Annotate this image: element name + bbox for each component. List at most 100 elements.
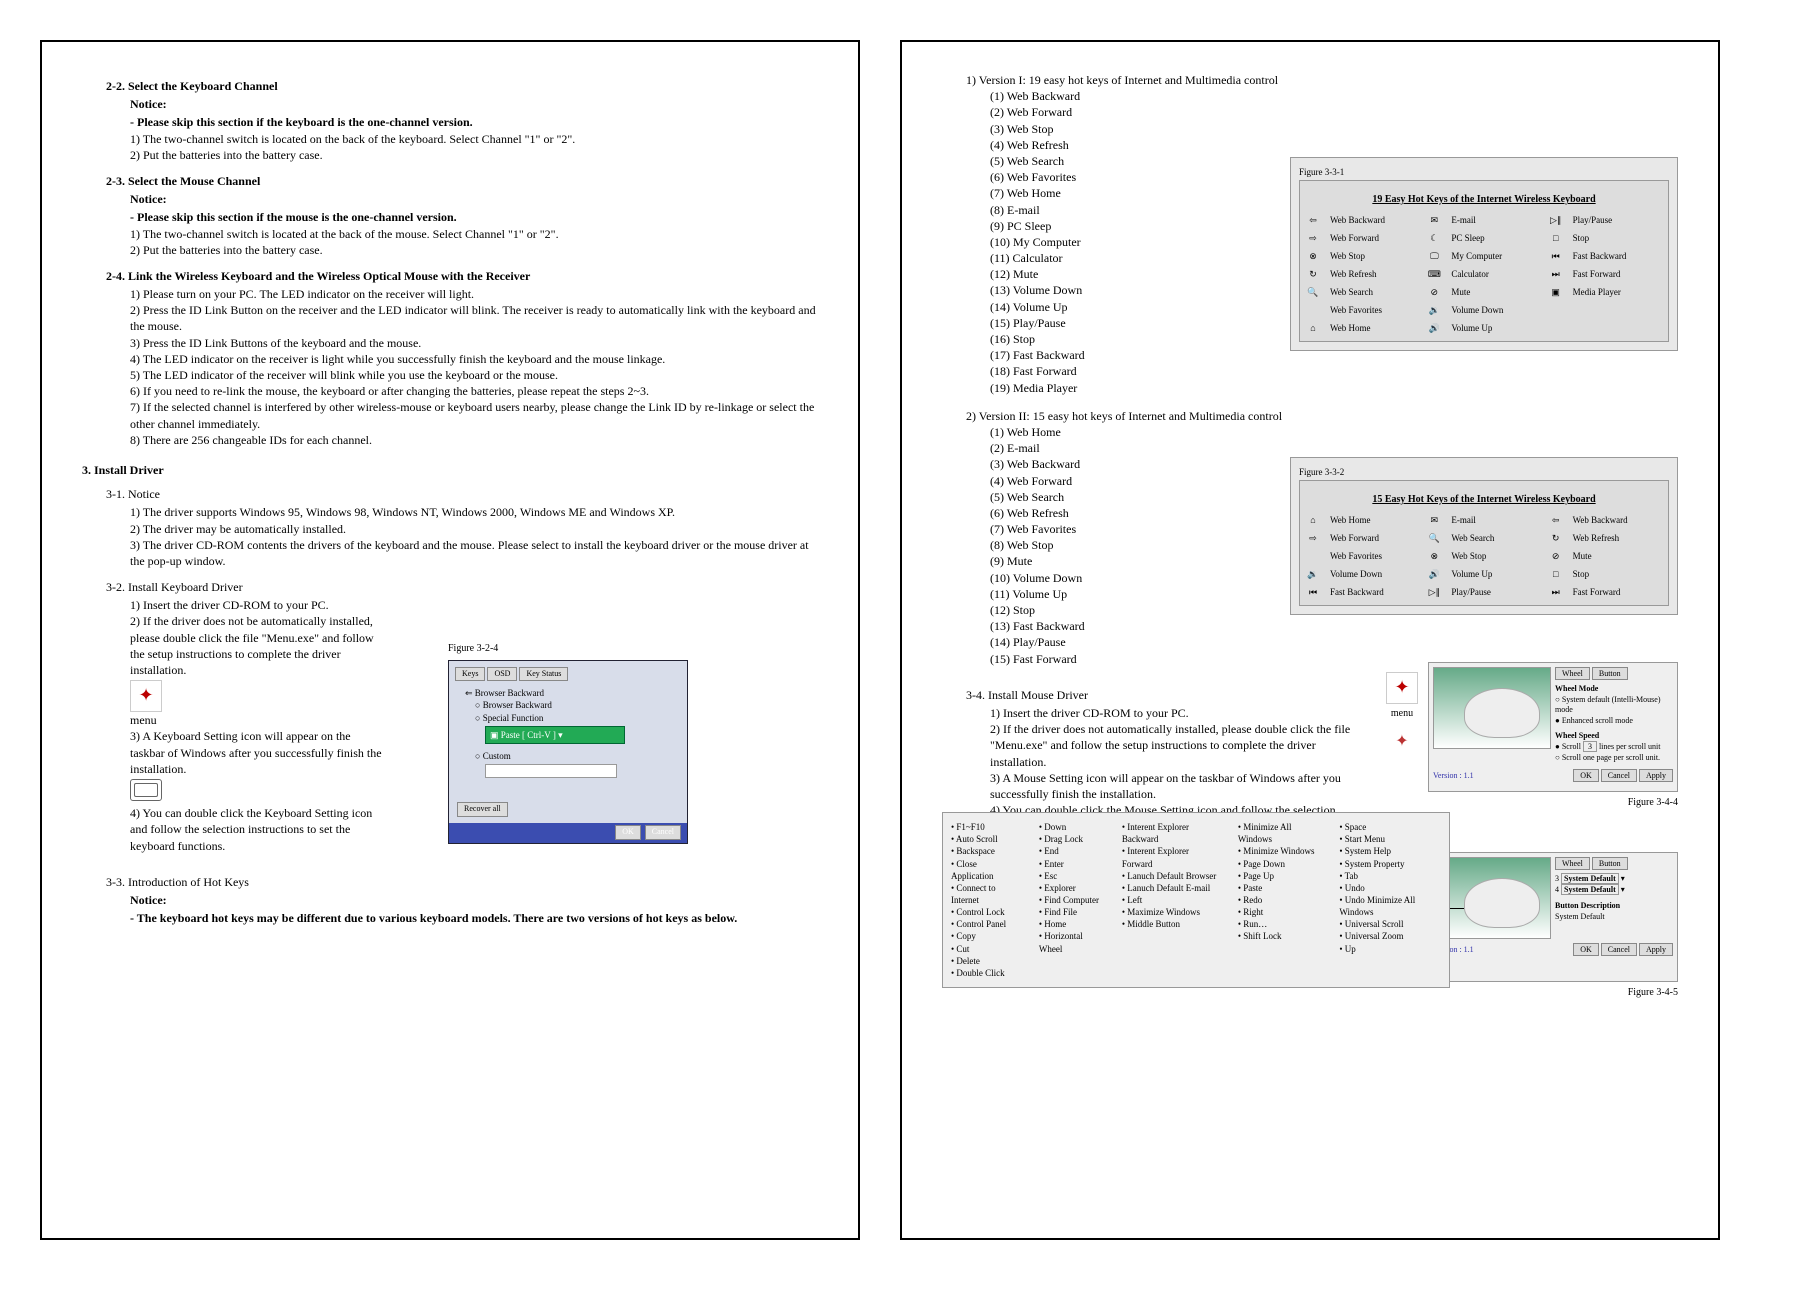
button-desc-value: System Default xyxy=(1555,912,1671,923)
hotkey-icon: ⇦ xyxy=(1306,213,1320,227)
function-item: End xyxy=(1039,845,1102,857)
menu-icon: ✦ xyxy=(130,680,162,712)
recover-button[interactable]: Recover all xyxy=(457,802,508,817)
hotkey-icon xyxy=(1549,303,1563,317)
hotkey-label: Web Search xyxy=(1451,532,1540,544)
tab-button[interactable]: Button xyxy=(1592,857,1628,870)
hotkey-label: E-mail xyxy=(1451,214,1540,226)
hotkey-item: (2) Web Forward xyxy=(990,104,1678,120)
mouse-image xyxy=(1464,688,1540,738)
hotkey-label: My Computer xyxy=(1451,250,1540,262)
function-item: Middle Button xyxy=(1122,918,1218,930)
figure-label: Figure 3-3-2 xyxy=(1299,466,1669,478)
hotkey-icon: 🔉 xyxy=(1306,567,1320,581)
figure-3-3-1: Figure 3-3-1 19 Easy Hot Keys of the Int… xyxy=(1290,157,1678,351)
hotkey-icon: ⊘ xyxy=(1427,285,1441,299)
heading-23: 2-3. Select the Mouse Channel xyxy=(106,173,818,189)
function-item: Control Lock xyxy=(951,906,1019,918)
keyboard-icon xyxy=(130,779,162,801)
menu-label: menu xyxy=(1391,708,1413,719)
hotkey-item: (14) Play/Pause xyxy=(990,634,1678,650)
ok-button[interactable]: OK xyxy=(1573,769,1599,782)
step-text: 1) The two-channel switch is located at … xyxy=(130,226,818,242)
dropdown[interactable]: System Default xyxy=(1561,873,1619,884)
hotkey-label: Fast Backward xyxy=(1330,586,1419,598)
tab-wheel[interactable]: Wheel xyxy=(1555,667,1590,680)
apply-button[interactable]: Apply xyxy=(1639,943,1673,956)
tab-wheel[interactable]: Wheel xyxy=(1555,857,1590,870)
ok-button[interactable]: OK xyxy=(1573,943,1599,956)
hotkey-label: Calculator xyxy=(1451,268,1540,280)
cancel-button[interactable]: Cancel xyxy=(1601,769,1637,782)
figure-label: Figure 3-4-4 xyxy=(1628,796,1678,810)
step-text: 2) If the driver does not automatically … xyxy=(990,721,1362,770)
tab-button[interactable]: Button xyxy=(1592,667,1628,680)
hotkey-icon: ⇨ xyxy=(1306,231,1320,245)
hotkey-label: Web Search xyxy=(1330,286,1419,298)
menu-icon: ✦ xyxy=(1386,672,1418,704)
radio-label[interactable]: Browser Backward xyxy=(483,700,552,710)
custom-input[interactable] xyxy=(485,764,617,778)
hotkey-item: (13) Fast Backward xyxy=(990,618,1678,634)
hotkey-label: Web Refresh xyxy=(1330,268,1419,280)
hotkey-label: Mute xyxy=(1451,286,1540,298)
function-item: Start Menu xyxy=(1339,833,1441,845)
wheel-mode-label: Wheel Mode xyxy=(1555,684,1671,695)
function-item: Paste xyxy=(1238,882,1319,894)
hotkey-label: Stop xyxy=(1573,232,1662,244)
apply-button[interactable]: Apply xyxy=(1639,769,1673,782)
mouse-image xyxy=(1464,878,1540,928)
mouse-setting-icon: ✦ xyxy=(1386,731,1418,753)
function-item: Undo Minimize All Windows xyxy=(1339,894,1441,918)
notice-label: Notice: xyxy=(130,96,818,112)
function-item: F1~F10 xyxy=(951,821,1019,833)
wheel-speed-label: Wheel Speed xyxy=(1555,731,1671,742)
hotkey-icon: 🔍 xyxy=(1306,285,1320,299)
tab[interactable]: OSD xyxy=(487,667,517,682)
hotkey-icon: 🖵 xyxy=(1427,249,1441,263)
hotkey-label: Fast Forward xyxy=(1573,586,1662,598)
radio-label[interactable]: Custom xyxy=(483,751,511,761)
step-text: 2) Press the ID Link Button on the recei… xyxy=(130,302,818,334)
function-item: Find Computer xyxy=(1039,894,1102,906)
tab[interactable]: Keys xyxy=(455,667,485,682)
hotkey-label: Web Refresh xyxy=(1573,532,1662,544)
function-item: Home xyxy=(1039,918,1102,930)
notice-text: - Please skip this section if the mouse … xyxy=(130,209,818,225)
radio-label[interactable]: Special Function xyxy=(483,713,544,723)
function-item: Run… xyxy=(1238,918,1319,930)
radio-label[interactable]: System default (Intelli-Mouse) mode xyxy=(1555,695,1661,715)
step-text: 4) You can double click the Keyboard Set… xyxy=(130,805,382,854)
hotkey-label: Play/Pause xyxy=(1573,214,1662,226)
hotkey-icon: ⏮ xyxy=(1549,249,1563,263)
function-item: Copy xyxy=(951,930,1019,942)
hotkey-icon: ▷∥ xyxy=(1549,213,1563,227)
paste-option[interactable]: Paste [ Ctrl-V ] xyxy=(501,730,556,740)
step-text: 3) Press the ID Link Buttons of the keyb… xyxy=(130,335,818,351)
dropdown[interactable]: System Default xyxy=(1561,884,1619,895)
ok-button[interactable]: OK xyxy=(615,825,641,840)
hotkey-icon: 🔉 xyxy=(1427,303,1441,317)
heading-v1: 1) Version I: 19 easy hot keys of Intern… xyxy=(966,72,1678,88)
hotkey-label: Volume Down xyxy=(1330,568,1419,580)
hotkey-icon: ⌂ xyxy=(1306,513,1320,527)
function-item: Universal Scroll xyxy=(1339,918,1441,930)
cancel-button[interactable]: Cancel xyxy=(1601,943,1637,956)
radio-label[interactable]: Scroll one page per scroll unit. xyxy=(1562,753,1660,762)
function-item: System Property xyxy=(1339,858,1441,870)
figure-3-2-4: Figure 3-2-4 Keys OSD Key Status ⇐ Brows… xyxy=(448,642,688,844)
function-item: Find File xyxy=(1039,906,1102,918)
hotkey-icon: ⏮ xyxy=(1306,585,1320,599)
hotkey-label: Web Favorites xyxy=(1330,550,1419,562)
step-text: 2) Put the batteries into the battery ca… xyxy=(130,242,818,258)
tab[interactable]: Key Status xyxy=(519,667,568,682)
cancel-button[interactable]: Cancel xyxy=(645,825,681,840)
hotkey-icon: □ xyxy=(1549,567,1563,581)
step-text: 2) Put the batteries into the battery ca… xyxy=(130,147,818,163)
hotkey-icon xyxy=(1306,303,1320,317)
function-item: Undo xyxy=(1339,882,1441,894)
function-item: Interent Explorer Forward xyxy=(1122,845,1218,869)
radio-label[interactable]: Enhanced scroll mode xyxy=(1562,716,1633,725)
function-item: Interent Explorer Backward xyxy=(1122,821,1218,845)
step-text: 1) Insert the driver CD-ROM to your PC. xyxy=(130,597,382,613)
